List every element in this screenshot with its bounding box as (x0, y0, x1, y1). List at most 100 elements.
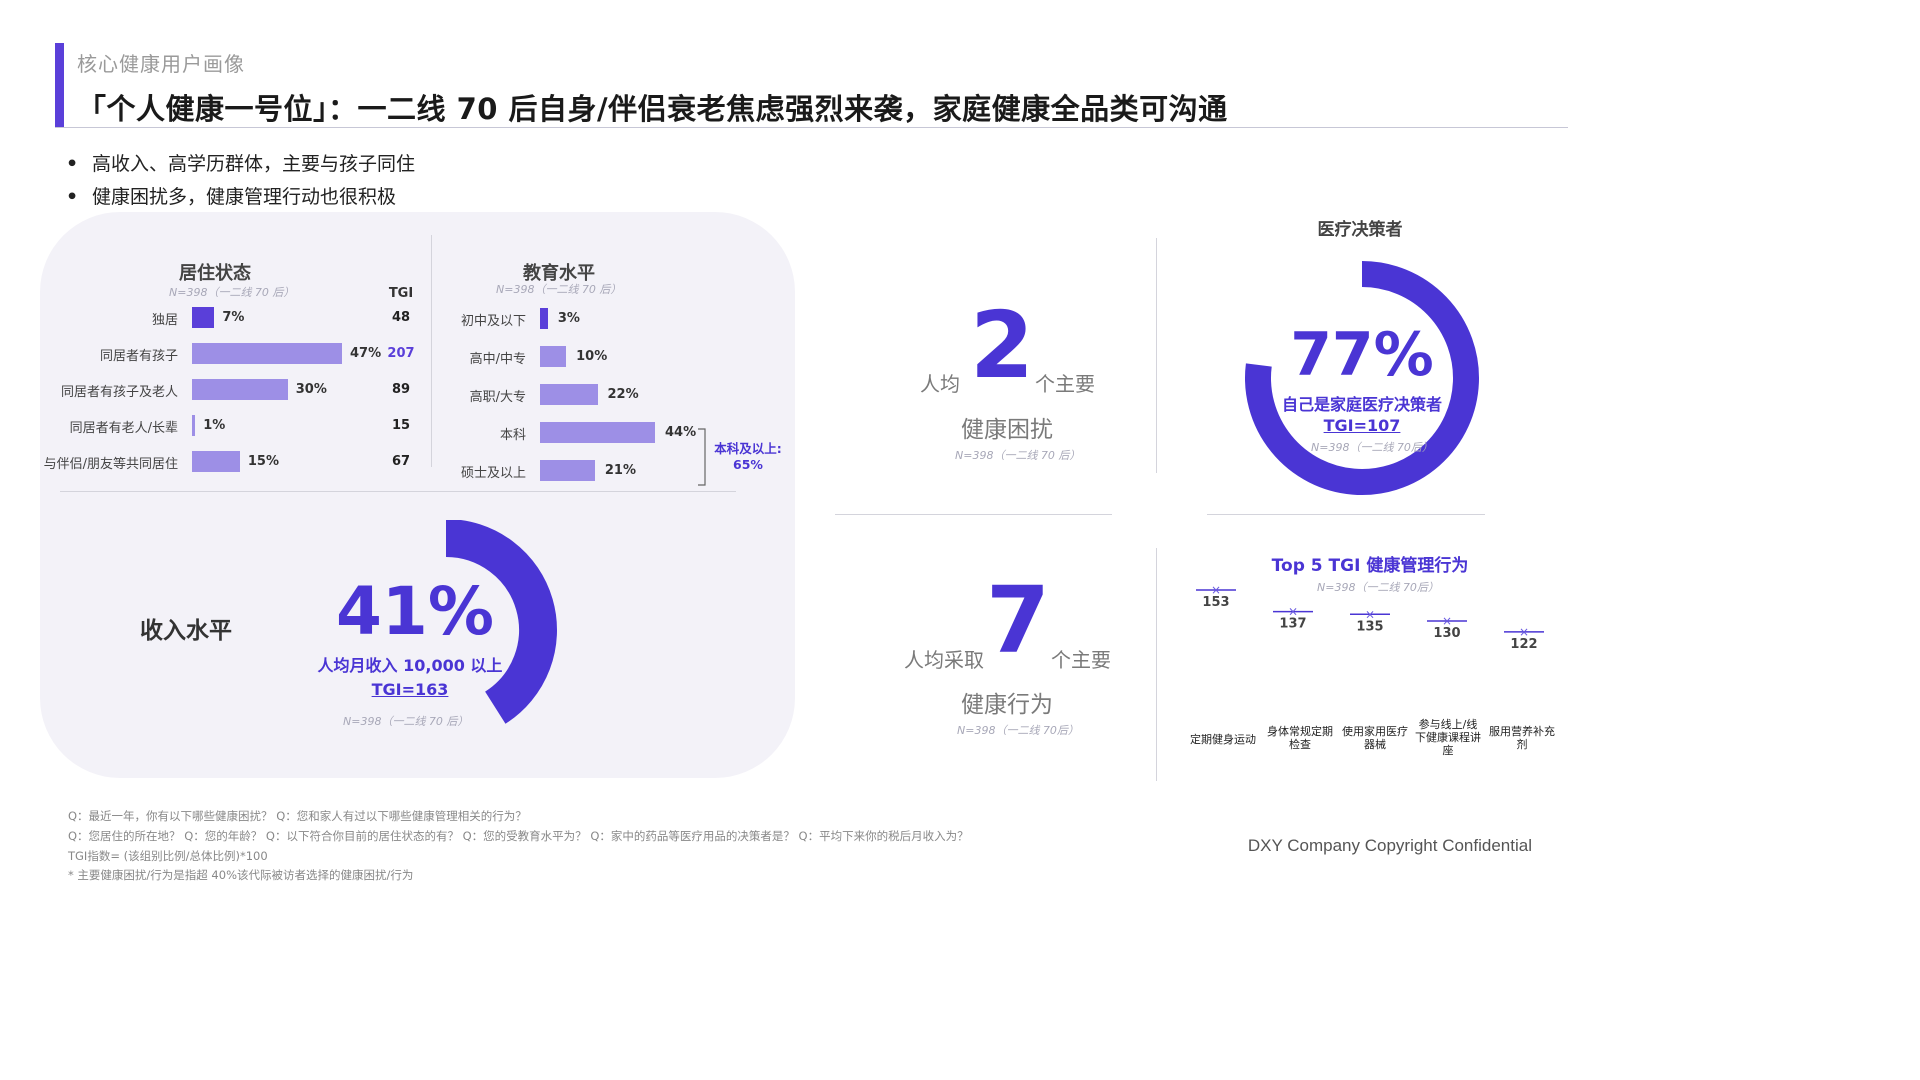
tgi-value: 207 (381, 346, 421, 361)
bracket-label-value: 65% (712, 457, 784, 473)
top5-marker-chart: ×153×137×135×130×122 (1180, 580, 1568, 660)
bar (192, 451, 240, 472)
tgi-value-label: 122 (1510, 637, 1537, 652)
education-bracket-label: 本科及以上: 65% (712, 441, 784, 473)
living-n-note: N=398（一二线 70 后） (169, 284, 294, 300)
bar-value-label: 15% (248, 454, 279, 469)
footnote: Q：最近一年，你有以下哪些健康困扰？ Q：您和家人有过以下哪些健康管理相关的行为… (68, 808, 527, 824)
bullet-text: 健康困扰多，健康管理行动也很积极 (92, 186, 396, 208)
bar-category-label: 同居者有老人/长辈 (20, 417, 178, 436)
right-vertical-divider (1156, 238, 1157, 473)
copyright-text: DXY Company Copyright Confidential (1248, 836, 1532, 856)
panel-horizontal-divider (60, 491, 736, 492)
tgi-value-label: 135 (1356, 619, 1383, 634)
bar-category-label: 同居者有孩子及老人 (20, 381, 178, 400)
tgi-value: 48 (381, 310, 421, 325)
bar-value-label: 47% (350, 346, 381, 361)
right-divider (1207, 514, 1485, 515)
concerns-prefix: 人均 (920, 368, 960, 397)
behavior-label-line: 定期健身运动 (1186, 733, 1260, 746)
bar (540, 422, 655, 443)
concerns-n-note: N=398（一二线 70 后） (955, 447, 1080, 463)
footnote: * 主要健康困扰/行为是指超 40%该代际被访者选择的健康困扰/行为 (68, 867, 413, 883)
behavior-label-line: 下健康课程讲 (1411, 731, 1485, 744)
behaviors-label: 健康行为 (937, 685, 1077, 719)
title-accent-bar (55, 43, 64, 127)
decision-desc: 自己是家庭医疗决策者 (1262, 391, 1462, 415)
bar-value-label: 44% (665, 425, 696, 440)
education-bracket (696, 428, 710, 486)
tgi-value: 67 (381, 454, 421, 469)
bar (540, 308, 548, 329)
bullet-item: •高收入、高学历群体，主要与孩子同住 (66, 149, 415, 176)
behavior-category-label: 服用营养补充剂 (1485, 725, 1559, 751)
bullet-item: •健康困扰多，健康管理行动也很积极 (66, 182, 396, 209)
behaviors-number: 7 (978, 571, 1058, 671)
title-divider (55, 127, 1568, 128)
behavior-label-line: 器械 (1338, 738, 1412, 751)
behaviors-suffix: 个主要 (1051, 644, 1111, 673)
concerns-label: 健康困扰 (937, 410, 1077, 444)
income-arc (330, 520, 570, 742)
bar-category-label: 初中及以下 (430, 310, 526, 329)
page-subtitle: 核心健康用户画像 (77, 48, 245, 77)
income-arc-segment (446, 538, 538, 708)
bar (540, 384, 598, 405)
behaviors-n-note: N=398（一二线 70后） (957, 722, 1079, 738)
top5-title: Top 5 TGI 健康管理行为 (1250, 551, 1490, 576)
education-n-note: N=398（一二线 70 后） (496, 281, 621, 297)
bar-category-label: 高中/中专 (430, 348, 526, 367)
bar-value-label: 3% (558, 311, 580, 326)
bar-value-label: 30% (296, 382, 327, 397)
behavior-label-line: 剂 (1485, 738, 1559, 751)
footnote: Q：您居住的所在地？ Q：您的年龄？ Q：以下符合你目前的居住状态的有？ Q：您… (68, 828, 969, 844)
behavior-category-label: 参与线上/线下健康课程讲座 (1411, 718, 1485, 757)
concerns-suffix: 个主要 (1035, 368, 1095, 397)
bar-category-label: 本科 (430, 424, 526, 443)
decision-value: 77% (1272, 320, 1452, 390)
behavior-label-line: 参与线上/线 (1411, 718, 1485, 731)
middle-divider (835, 514, 1112, 515)
tgi-value-label: 130 (1433, 626, 1460, 641)
behavior-label-line: 检查 (1263, 738, 1337, 751)
bar-value-label: 1% (203, 418, 225, 433)
bar-category-label: 硕士及以上 (430, 462, 526, 481)
behavior-category-label: 身体常规定期检查 (1263, 725, 1337, 751)
bar-category-label: 独居 (20, 309, 178, 328)
bracket-label-line: 本科及以上: (712, 441, 784, 457)
bar-category-label: 高职/大专 (430, 386, 526, 405)
bullet-text: 高收入、高学历群体，主要与孩子同住 (92, 153, 415, 175)
decision-title: 医疗决策者 (1290, 215, 1430, 240)
tgi-value-label: 137 (1279, 617, 1306, 632)
living-title: 居住状态 (140, 259, 290, 285)
tgi-value-label: 153 (1202, 595, 1229, 610)
tgi-value: 15 (381, 418, 421, 433)
decision-tgi: TGI=107 (1292, 416, 1432, 435)
bar (192, 343, 342, 364)
behavior-label-line: 服用营养补充 (1485, 725, 1559, 738)
income-title: 收入水平 (140, 611, 232, 645)
behavior-label-line: 座 (1411, 744, 1485, 757)
bar-value-label: 7% (222, 310, 244, 325)
tgi-value: 89 (381, 382, 421, 397)
behavior-label-line: 使用家用医疗 (1338, 725, 1412, 738)
behavior-category-label: 定期健身运动 (1186, 733, 1260, 746)
footnote: TGI指数= (该组别比例/总体比例)*100 (68, 848, 268, 864)
concerns-number: 2 (962, 296, 1042, 396)
bar (192, 307, 214, 328)
behavior-category-label: 使用家用医疗器械 (1338, 725, 1412, 751)
bar (540, 346, 566, 367)
right-vertical-divider (1156, 548, 1157, 781)
bar (540, 460, 595, 481)
page-title: 「个人健康一号位」：一二线 70 后自身/伴侣衰老焦虑强烈来袭，家庭健康全品类可… (77, 86, 1228, 128)
bar-category-label: 与伴侣/朋友等共同居住 (20, 453, 178, 472)
bar-value-label: 21% (605, 463, 636, 478)
decision-n-note: N=398（一二线 70后） (1311, 439, 1433, 455)
behaviors-prefix: 人均采取 (904, 644, 984, 673)
tgi-header: TGI (381, 286, 421, 301)
bar (192, 379, 288, 400)
behavior-label-line: 身体常规定期 (1263, 725, 1337, 738)
bar (192, 415, 195, 436)
bar-category-label: 同居者有孩子 (20, 345, 178, 364)
bar-value-label: 22% (608, 387, 639, 402)
